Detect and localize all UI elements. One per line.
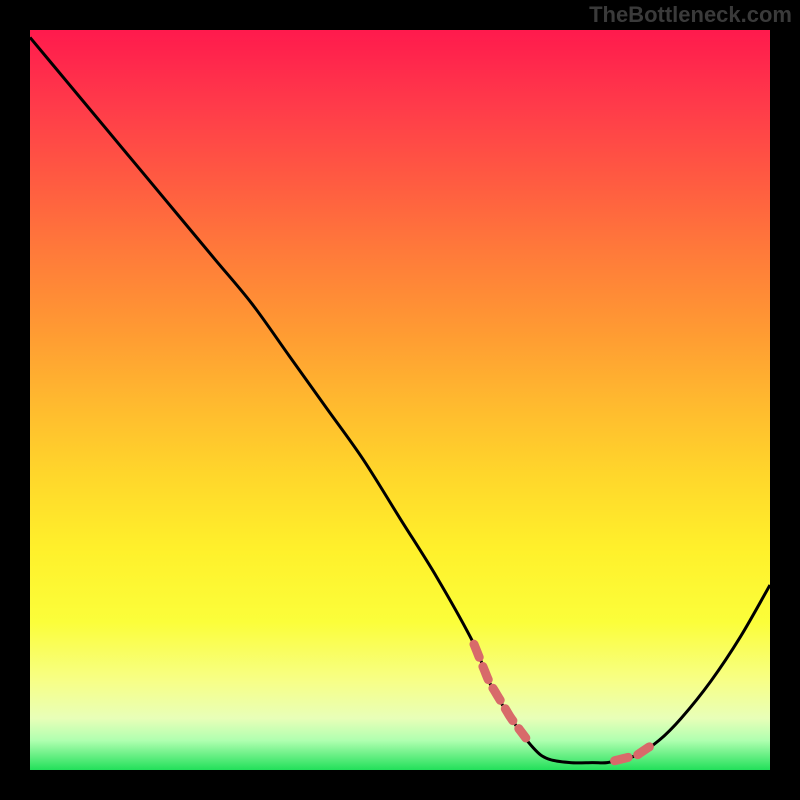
dash-segment (615, 745, 652, 760)
chart-container: TheBottleneck.com (0, 0, 800, 800)
plot-area (30, 30, 770, 770)
bottleneck-curve (30, 37, 770, 762)
attribution-label: TheBottleneck.com (589, 2, 792, 28)
dash-segment (474, 644, 526, 738)
dash-annotations (474, 644, 652, 761)
curve-svg (30, 30, 770, 770)
